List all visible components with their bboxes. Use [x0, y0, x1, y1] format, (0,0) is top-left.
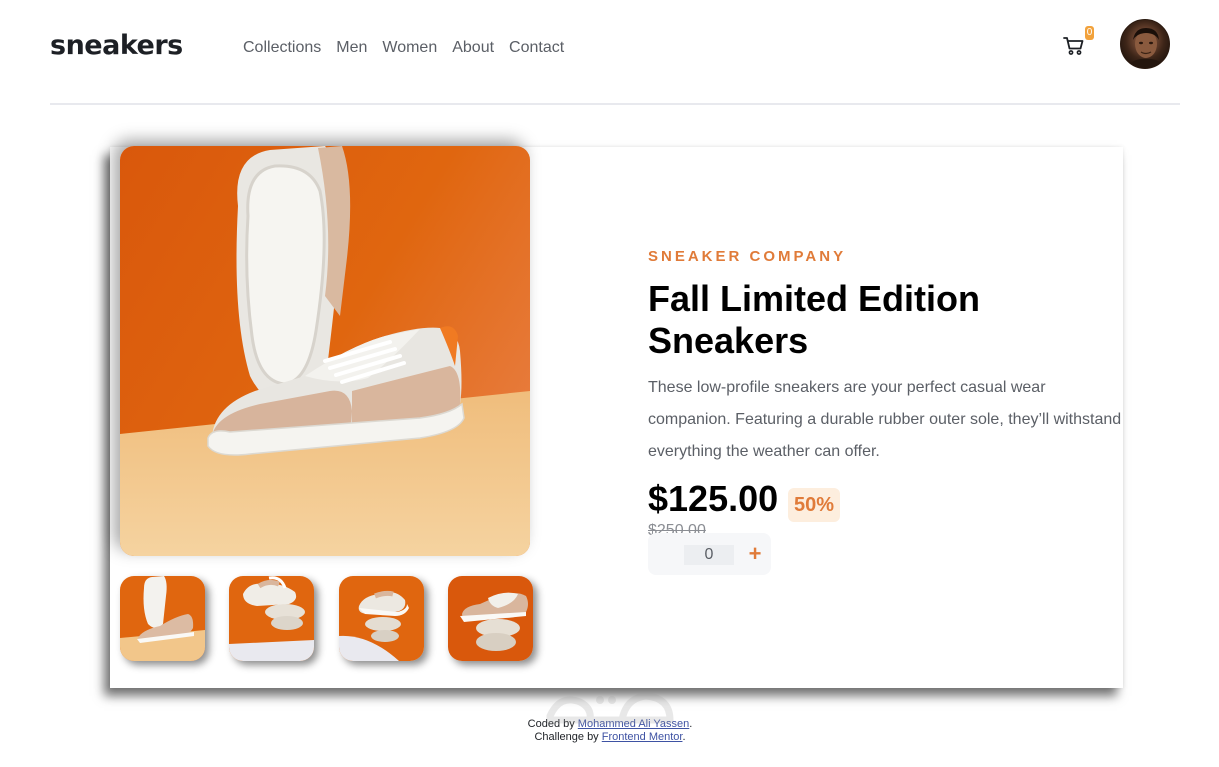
- thumbnail-1[interactable]: [120, 576, 205, 661]
- thumbnail-image-2: [229, 576, 314, 661]
- product-main-image[interactable]: [120, 146, 530, 556]
- avatar-image: [1127, 28, 1165, 68]
- user-avatar[interactable]: [1120, 19, 1170, 69]
- cart-count-badge: 0: [1085, 26, 1094, 40]
- thumbnail-strip: [120, 576, 540, 662]
- nav-link-contact[interactable]: Contact: [509, 39, 564, 57]
- author-link[interactable]: Mohammed Ali Yassen: [578, 718, 689, 730]
- thumbnail-3[interactable]: [339, 576, 424, 661]
- nav-link-about[interactable]: About: [452, 39, 494, 57]
- thumbnail-image-4: [448, 576, 533, 661]
- nav-link-men[interactable]: Men: [336, 39, 367, 57]
- nav-link-collections[interactable]: Collections: [243, 39, 321, 57]
- challenge-by-line: Challenge by Frontend Mentor.: [534, 731, 686, 743]
- logo[interactable]: sneakers: [50, 30, 183, 61]
- quantity-stepper: +: [648, 533, 771, 575]
- challenge-by-prefix: Challenge by: [534, 731, 599, 743]
- company-name: SNEAKER COMPANY: [648, 248, 847, 265]
- main-nav: Collections Men Women About Contact: [243, 39, 579, 57]
- site-header: sneakers Collections Men Women About Con…: [50, 0, 1180, 105]
- cart-button[interactable]: 0: [1063, 26, 1094, 58]
- coded-by-prefix: Coded by: [527, 718, 575, 730]
- cart-icon: [1063, 37, 1084, 55]
- thumbnail-4[interactable]: [448, 576, 533, 661]
- current-price: $125.00: [648, 478, 779, 519]
- thumbnail-image-1: [120, 576, 205, 661]
- product-title: Fall Limited Edition Sneakers: [648, 278, 980, 361]
- thumbnail-image-3: [339, 576, 424, 661]
- attribution: Coded by Mohammed Ali Yassen. Challenge …: [460, 718, 760, 744]
- coded-by-line: Coded by Mohammed Ali Yassen.: [527, 718, 693, 730]
- quantity-input[interactable]: [684, 545, 734, 565]
- product-description: These low-profile sneakers are your perf…: [648, 379, 1122, 460]
- frontend-mentor-link[interactable]: Frontend Mentor: [602, 731, 683, 743]
- sneaker-photo: [120, 146, 530, 556]
- plus-icon[interactable]: +: [746, 543, 764, 565]
- thumbnail-2[interactable]: [229, 576, 314, 661]
- watermark-logo: [546, 692, 674, 724]
- nav-link-women[interactable]: Women: [382, 39, 437, 57]
- discount-badge: 50%: [788, 488, 840, 522]
